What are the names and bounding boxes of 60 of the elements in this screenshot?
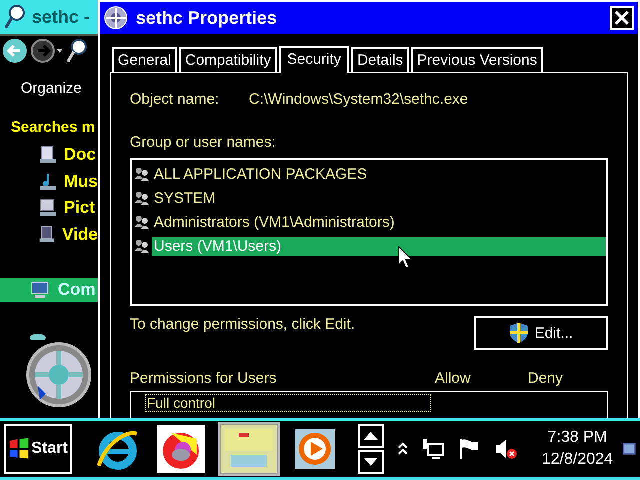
list-label: Group or user names: bbox=[130, 134, 276, 151]
column-header: Allow bbox=[435, 370, 472, 387]
search-icon bbox=[4, 4, 26, 30]
clock-time[interactable]: 7:38 PM bbox=[548, 429, 608, 447]
list-item[interactable]: SYSTEM bbox=[152, 188, 606, 208]
users-icon bbox=[134, 190, 150, 206]
close-button[interactable] bbox=[610, 6, 634, 30]
window-title: sethc Properties bbox=[136, 8, 278, 28]
flag-icon[interactable] bbox=[458, 438, 480, 460]
edit-button[interactable]: Edit... bbox=[474, 316, 608, 350]
shield-icon bbox=[508, 322, 529, 344]
back-icon[interactable] bbox=[2, 38, 28, 64]
object-name-value: C:\Windows\System32\sethc.exe bbox=[249, 91, 468, 108]
users-icon bbox=[134, 214, 150, 230]
window-title: sethc - bbox=[32, 6, 90, 28]
column-header: Deny bbox=[528, 370, 564, 387]
field-label: Object name: bbox=[130, 91, 220, 108]
globe-app-icon bbox=[157, 425, 205, 473]
scroll-down-button[interactable] bbox=[358, 450, 384, 474]
search-icon[interactable] bbox=[66, 38, 88, 64]
down-triangle-icon bbox=[364, 458, 378, 466]
organize-menu[interactable]: Organize bbox=[21, 80, 98, 97]
pictures-library-icon bbox=[38, 198, 58, 218]
media-player-icon bbox=[293, 427, 337, 471]
settings-icon bbox=[104, 6, 128, 30]
tab[interactable]: Compatibility bbox=[179, 47, 278, 72]
tab[interactable]: Security bbox=[279, 46, 350, 73]
wheel-icon[interactable] bbox=[26, 342, 92, 408]
documents-library-icon bbox=[38, 145, 58, 166]
list-item[interactable]: Administrators (VM1\Administrators) bbox=[152, 212, 606, 232]
window-thumbnail-icon bbox=[221, 425, 277, 473]
tab[interactable]: Previous Versions bbox=[411, 47, 544, 72]
start-button[interactable]: Start bbox=[4, 424, 72, 474]
hint-text: To change permissions, click Edit. bbox=[130, 316, 356, 333]
sidebar-item[interactable]: Vide bbox=[62, 224, 98, 245]
section-heading: Searches m bbox=[11, 119, 96, 136]
up-triangle-icon bbox=[364, 432, 378, 440]
volume-muted-icon[interactable] bbox=[494, 438, 518, 460]
chevron-up-icon[interactable] bbox=[398, 442, 408, 456]
tab[interactable]: Details bbox=[351, 47, 410, 72]
tab[interactable]: General bbox=[112, 47, 178, 72]
permission-item[interactable]: Full control bbox=[145, 394, 431, 412]
sidebar-item[interactable]: Mus bbox=[64, 172, 98, 192]
sidebar-item[interactable]: Pict bbox=[64, 198, 96, 218]
network-icon[interactable] bbox=[422, 438, 444, 460]
users-icon bbox=[134, 238, 150, 254]
forward-icon[interactable] bbox=[30, 38, 64, 64]
taskbar-button[interactable] bbox=[154, 422, 208, 476]
mouse-cursor-icon bbox=[398, 246, 414, 270]
music-library-icon bbox=[38, 172, 58, 192]
list-item[interactable]: ALL APPLICATION PACKAGES bbox=[152, 164, 606, 184]
scroll-up-button[interactable] bbox=[358, 424, 384, 448]
computer-icon bbox=[30, 280, 50, 300]
close-icon bbox=[614, 10, 630, 26]
sidebar-item[interactable]: Doc bbox=[64, 145, 96, 166]
users-icon bbox=[134, 166, 150, 182]
videos-library-icon bbox=[38, 224, 56, 245]
windows-flag-icon bbox=[8, 438, 30, 460]
list-label: Permissions for Users bbox=[130, 370, 278, 387]
clock-date[interactable]: 12/8/2024 bbox=[542, 451, 614, 469]
